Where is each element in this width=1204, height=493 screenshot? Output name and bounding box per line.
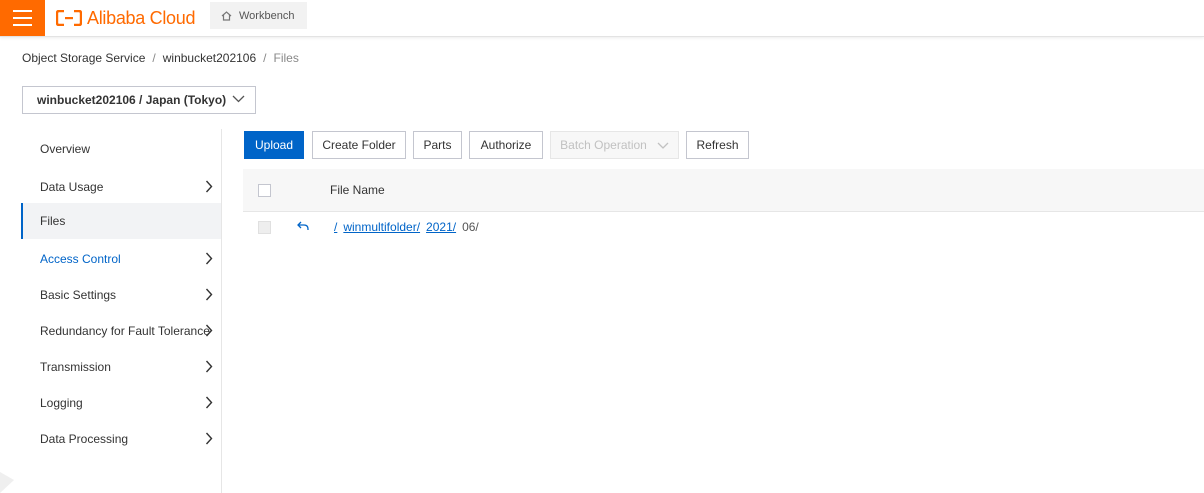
- chevron-right-icon: [205, 324, 213, 337]
- authorize-button[interactable]: Authorize: [469, 131, 543, 159]
- parts-button[interactable]: Parts: [413, 131, 462, 159]
- breadcrumb-oss[interactable]: Object Storage Service: [22, 51, 145, 65]
- sidebar-item-label: Access Control: [40, 252, 121, 266]
- sidebar-item-label: Redundancy for Fault Tolerance: [40, 324, 210, 338]
- sidebar-item-label: Basic Settings: [40, 288, 117, 302]
- select-all-checkbox[interactable]: [258, 184, 271, 197]
- table-row: / winmultifolder/ 2021/ 06/: [243, 212, 1204, 244]
- workbench-label: Workbench: [239, 9, 295, 22]
- sidebar-item-label: Logging: [40, 396, 83, 410]
- breadcrumb-bucket[interactable]: winbucket202106: [163, 51, 256, 65]
- breadcrumb: Object Storage Service / winbucket202106…: [22, 51, 299, 65]
- create-folder-button[interactable]: Create Folder: [312, 131, 406, 159]
- breadcrumb-separator: /: [263, 51, 267, 65]
- file-table-header: File Name: [243, 169, 1204, 212]
- breadcrumb-current: Files: [273, 51, 299, 65]
- workbench-button[interactable]: Workbench: [210, 2, 307, 29]
- menu-line: [13, 10, 32, 12]
- sidebar-nav: Overview Data Usage Files Access Control…: [21, 129, 222, 493]
- column-header-file-name: File Name: [330, 183, 385, 197]
- top-navigation-bar: Alibaba Cloud Workbench: [0, 0, 1204, 37]
- refresh-button[interactable]: Refresh: [686, 131, 749, 159]
- sidebar-item-label: Files: [40, 214, 66, 228]
- sidebar-item-access-control[interactable]: Access Control: [21, 241, 221, 277]
- menu-line: [13, 17, 32, 19]
- decorative-corner: [0, 472, 14, 493]
- alibaba-cloud-logo-icon: [56, 10, 82, 26]
- chevron-right-icon: [205, 396, 213, 409]
- chevron-down-icon: [657, 142, 669, 149]
- sidebar-item-data-usage[interactable]: Data Usage: [21, 169, 221, 205]
- bucket-selector-value: winbucket202106 / Japan (Tokyo): [37, 93, 227, 107]
- sidebar-item-redundancy[interactable]: Redundancy for Fault Tolerance: [21, 313, 221, 349]
- chevron-right-icon: [205, 180, 213, 193]
- bucket-selector[interactable]: winbucket202106 / Japan (Tokyo): [22, 86, 256, 114]
- sidebar-item-label: Transmission: [40, 360, 111, 374]
- sidebar-item-label: Data Processing: [40, 432, 129, 446]
- sidebar-item-transmission[interactable]: Transmission: [21, 349, 221, 385]
- sidebar-item-logging[interactable]: Logging: [21, 385, 221, 421]
- sidebar-item-overview[interactable]: Overview: [21, 131, 221, 167]
- sidebar-item-files[interactable]: Files: [21, 203, 221, 239]
- chevron-right-icon: [205, 432, 213, 445]
- folder-path: / winmultifolder/ 2021/ 06/: [334, 220, 479, 234]
- path-winmultifolder-link[interactable]: winmultifolder/: [343, 220, 420, 234]
- brand-name: Alibaba Cloud: [87, 7, 196, 28]
- batch-operation-label: Batch Operation: [560, 138, 647, 152]
- chevron-right-icon: [205, 288, 213, 301]
- path-root-link[interactable]: /: [334, 220, 337, 234]
- path-2021-link[interactable]: 2021/: [426, 220, 456, 234]
- chevron-down-icon: [232, 95, 245, 103]
- batch-operation-dropdown[interactable]: Batch Operation: [550, 131, 679, 159]
- back-arrow-icon[interactable]: [296, 220, 310, 232]
- sidebar-item-basic-settings[interactable]: Basic Settings: [21, 277, 221, 313]
- home-icon: [221, 10, 232, 21]
- sidebar-item-label: Overview: [40, 142, 91, 156]
- chevron-right-icon: [205, 252, 213, 265]
- sidebar-item-label: Data Usage: [40, 180, 104, 194]
- path-current-folder: 06/: [462, 220, 479, 234]
- upload-button[interactable]: Upload: [244, 131, 304, 159]
- row-checkbox: [258, 221, 271, 234]
- chevron-right-icon: [205, 360, 213, 373]
- breadcrumb-separator: /: [152, 51, 156, 65]
- alibaba-cloud-logo[interactable]: Alibaba Cloud: [56, 6, 195, 30]
- hamburger-menu-button[interactable]: [0, 0, 45, 36]
- menu-line: [13, 24, 32, 26]
- sidebar-item-data-processing[interactable]: Data Processing: [21, 421, 221, 457]
